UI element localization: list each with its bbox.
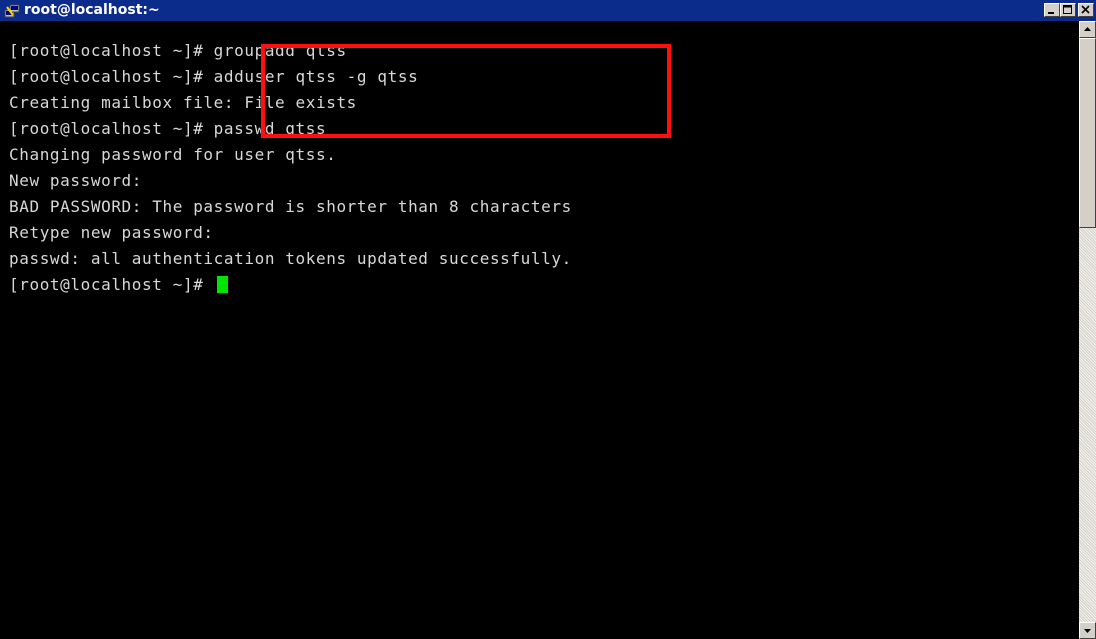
- putty-icon[interactable]: [4, 3, 20, 19]
- text-cursor: [216, 276, 228, 293]
- close-button[interactable]: [1078, 3, 1094, 17]
- minimize-button[interactable]: [1044, 3, 1060, 17]
- maximize-button[interactable]: [1060, 3, 1076, 17]
- scroll-down-button[interactable]: [1079, 622, 1096, 639]
- window-controls: [1044, 3, 1094, 17]
- terminal-line: BAD PASSWORD: The password is shorter th…: [9, 197, 572, 216]
- title-bar[interactable]: root@localhost:~: [0, 0, 1096, 21]
- terminal-window: root@localhost:~ [root@localhost ~]# gro…: [0, 0, 1096, 639]
- prompt-line: [root@localhost ~]#: [9, 275, 228, 294]
- window-title: root@localhost:~: [24, 2, 160, 18]
- shell-prompt: [root@localhost ~]#: [9, 275, 214, 294]
- terminal-line: Changing password for user qtss.: [9, 145, 337, 164]
- terminal-line: Retype new password:: [9, 223, 214, 242]
- highlight-annotation-box: [261, 44, 671, 138]
- vertical-scrollbar[interactable]: [1079, 21, 1096, 639]
- terminal-output[interactable]: [root@localhost ~]# groupadd qtss [root@…: [0, 21, 1079, 639]
- scroll-up-button[interactable]: [1079, 21, 1096, 38]
- terminal-line: passwd: all authentication tokens update…: [9, 249, 572, 268]
- terminal-line: New password:: [9, 171, 143, 190]
- scrollbar-thumb[interactable]: [1079, 38, 1096, 228]
